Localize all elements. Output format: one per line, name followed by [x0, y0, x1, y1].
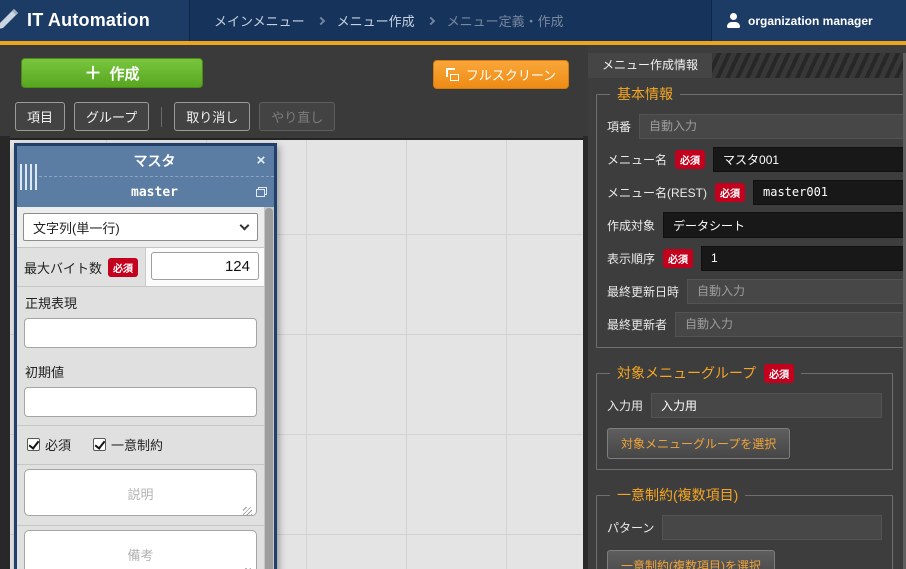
required-badge: 必須	[764, 364, 794, 383]
grip-bars-icon	[20, 164, 37, 190]
item-no-input	[639, 114, 906, 139]
toolbar-divider	[161, 107, 162, 127]
fullscreen-button-label: フルスクリーン	[466, 65, 556, 84]
dialog-scrollbar-thumb[interactable]	[265, 208, 273, 569]
input-use-label: 入力用	[607, 397, 643, 414]
last-updated-label: 最終更新日時	[607, 283, 679, 300]
input-use-field[interactable]	[651, 393, 882, 418]
create-target-value: データシート	[673, 217, 745, 234]
menu-name-label: メニュー名	[607, 151, 667, 168]
default-value-label: 初期値	[17, 356, 264, 385]
user-menu[interactable]: organization manager	[711, 0, 883, 41]
required-badge: 必須	[675, 150, 705, 169]
last-updater-input	[675, 312, 906, 337]
display-order-label: 表示順序	[607, 250, 655, 267]
fullscreen-icon	[446, 68, 459, 81]
tab-menu-create-info[interactable]: メニュー作成情報	[588, 53, 712, 78]
plus-icon: ＋	[84, 65, 101, 82]
item-button[interactable]: 項目	[15, 102, 65, 131]
unique-constraint-legend: 一意制約(複数項目)	[617, 485, 738, 505]
regex-label: 正規表現	[17, 287, 264, 316]
user-icon	[726, 13, 741, 28]
breadcrumb-separator-icon	[426, 16, 434, 24]
required-checkbox[interactable]: 必須	[27, 435, 71, 454]
close-icon[interactable]: ×	[248, 146, 274, 176]
logo[interactable]: IT Automation	[0, 0, 190, 41]
dialog-title: マスタ	[39, 151, 248, 171]
select-unique-constraint-button[interactable]: 一意制約(複数項目)を選択	[607, 550, 775, 569]
resize-grip-icon[interactable]	[243, 507, 252, 516]
chevron-down-icon	[240, 220, 250, 230]
undo-button[interactable]: 取り消し	[174, 102, 250, 131]
user-name: organization manager	[748, 14, 873, 28]
breadcrumb-separator-icon	[316, 16, 324, 24]
popout-icon	[256, 187, 267, 197]
user-area: organization manager	[828, 0, 906, 41]
pattern-label: パターン	[607, 519, 654, 536]
breadcrumb-menu-create[interactable]: メニュー作成	[337, 11, 415, 30]
create-target-label: 作成対象	[607, 217, 655, 234]
regex-input[interactable]	[24, 318, 257, 348]
unique-checkbox-label: 一意制約	[111, 435, 163, 454]
breadcrumb-current-page: メニュー定義・作成	[447, 11, 564, 30]
group-button[interactable]: グループ	[74, 102, 149, 131]
menu-name-rest-input[interactable]	[753, 180, 906, 205]
workspace: ＋ 作成 フルスクリーン 項目 グループ 取り消し やり直し	[0, 45, 588, 569]
display-order-input[interactable]	[701, 246, 906, 271]
unique-constraint-checkbox[interactable]: 一意制約	[93, 435, 163, 454]
item-settings-dialog: マスタ × master 文字列	[14, 143, 277, 569]
app-window: IT Automation メインメニュー メニュー作成 メニュー定義・作成 o…	[0, 0, 906, 569]
unique-constraint-section: 一意制約(複数項目) パターン 一意制約(複数項目)を選択	[596, 485, 893, 569]
target-menu-group-section: 対象メニューグループ 必須 入力用 対象メニューグループを選択	[596, 363, 893, 470]
dialog-scrollbar[interactable]	[264, 207, 274, 569]
logo-text: IT Automation	[27, 10, 150, 31]
dialog-header: マスタ × master	[17, 146, 274, 207]
basic-info-section: 基本情報 項番 メニュー名 必須 メニュー名(REST) 必須 作成対	[596, 84, 906, 348]
menu-name-input[interactable]	[713, 147, 906, 172]
panel-tabbar: メニュー作成情報	[588, 53, 906, 78]
dialog-subtitle: master	[39, 185, 248, 200]
required-checkbox-label: 必須	[45, 435, 71, 454]
panel-content: 基本情報 項番 メニュー名 必須 メニュー名(REST) 必須 作成対	[588, 78, 901, 569]
create-button[interactable]: ＋ 作成	[21, 58, 203, 88]
drag-handle[interactable]	[17, 146, 39, 207]
column-type-select[interactable]: 文字列(単一行)	[23, 213, 258, 241]
canvas-left-gutter	[0, 136, 10, 569]
fullscreen-button[interactable]: フルスクリーン	[433, 60, 569, 89]
item-no-label: 項番	[607, 118, 631, 135]
description-textarea[interactable]	[24, 469, 257, 516]
create-target-select[interactable]: データシート	[663, 212, 906, 238]
note-textarea[interactable]	[24, 530, 257, 569]
edit-toolbar: 項目 グループ 取り消し やり直し	[15, 102, 335, 131]
last-updater-label: 最終更新者	[607, 316, 667, 333]
max-bytes-input[interactable]	[151, 252, 259, 280]
required-badge: 必須	[108, 258, 138, 277]
pencil-logo-icon	[0, 6, 21, 35]
pattern-input[interactable]	[662, 515, 882, 540]
default-value-input[interactable]	[24, 387, 257, 417]
create-button-label: 作成	[109, 63, 139, 84]
header: IT Automation メインメニュー メニュー作成 メニュー定義・作成 o…	[0, 0, 906, 45]
max-bytes-label: 最大バイト数	[24, 258, 102, 277]
target-menu-group-legend: 対象メニューグループ	[617, 363, 756, 383]
required-badge: 必須	[715, 183, 745, 202]
select-target-menu-group-button[interactable]: 対象メニューグループを選択	[607, 428, 790, 459]
column-type-value: 文字列(単一行)	[33, 218, 120, 237]
last-updated-input	[687, 279, 906, 304]
basic-info-legend: 基本情報	[617, 84, 673, 104]
popout-button[interactable]	[248, 187, 274, 197]
menu-info-panel: メニュー作成情報 基本情報 項番 メニュー名 必須 メニュー名(REST)	[588, 45, 906, 569]
menu-name-rest-label: メニュー名(REST)	[607, 184, 707, 201]
breadcrumb-main-menu[interactable]: メインメニュー	[214, 11, 305, 30]
checkbox-checked-icon	[27, 438, 40, 451]
redo-button: やり直し	[259, 102, 335, 131]
checkbox-checked-icon	[93, 438, 106, 451]
required-badge: 必須	[663, 249, 693, 268]
dialog-body: 文字列(単一行) 最大バイト数 必須 正規表現	[17, 207, 274, 569]
